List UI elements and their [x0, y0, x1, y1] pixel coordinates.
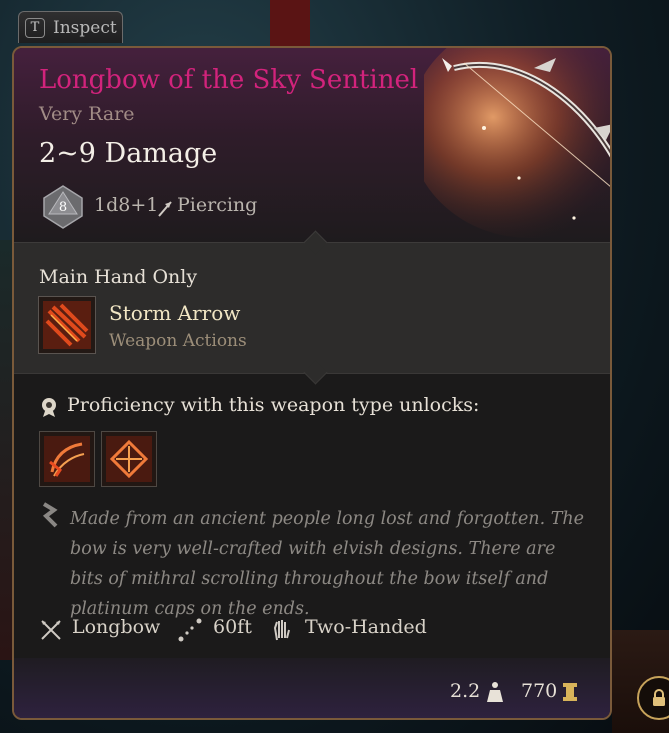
item-weight: 2.2: [450, 680, 481, 702]
inspect-key-hint: T: [25, 17, 45, 38]
item-rarity: Very Rare: [39, 103, 135, 125]
damage-range: 2~9 Damage: [39, 138, 218, 169]
storm-arrow-icon[interactable]: [38, 296, 96, 354]
damage-type: Piercing: [177, 194, 258, 216]
d8-die-icon: 8: [43, 185, 83, 229]
proficiency-text: Proficiency with this weapon type unlock…: [67, 394, 480, 416]
proficiency-icon: [42, 398, 56, 417]
item-value: 770: [521, 680, 558, 702]
item-name: Longbow of the Sky Sentinel: [39, 65, 419, 95]
bow-item-icon: [424, 48, 610, 238]
inspect-label: Inspect: [53, 17, 117, 38]
gold-icon: [563, 683, 577, 701]
main-hand-label: Main Hand Only: [39, 266, 198, 288]
main-hand-section: [14, 242, 610, 374]
lore-icon: [42, 502, 58, 528]
weight-icon: [487, 682, 503, 702]
background-figure: [270, 0, 310, 50]
item-lore: Made from an ancient people long lost an…: [70, 509, 584, 619]
two-handed-icon: [273, 620, 290, 641]
inspect-button[interactable]: T Inspect: [18, 11, 123, 43]
action-name: Storm Arrow: [109, 301, 241, 325]
unlock-action-icon[interactable]: [101, 431, 157, 487]
svg-text:8: 8: [59, 200, 67, 215]
handedness: Two-Handed: [305, 616, 427, 638]
weapon-type: Longbow: [72, 616, 161, 638]
lock-icon: [653, 689, 665, 706]
longbow-type-icon: [41, 620, 61, 640]
action-category: Weapon Actions: [109, 331, 247, 351]
unlock-action-icon[interactable]: [39, 431, 95, 487]
piercing-icon: [158, 201, 172, 217]
range-icon: [178, 618, 202, 642]
weapon-range: 60ft: [213, 616, 252, 638]
damage-dice: 1d8+1: [94, 194, 159, 216]
item-tooltip: Longbow of the Sky Sentinel Very Rare 2~…: [12, 46, 612, 720]
